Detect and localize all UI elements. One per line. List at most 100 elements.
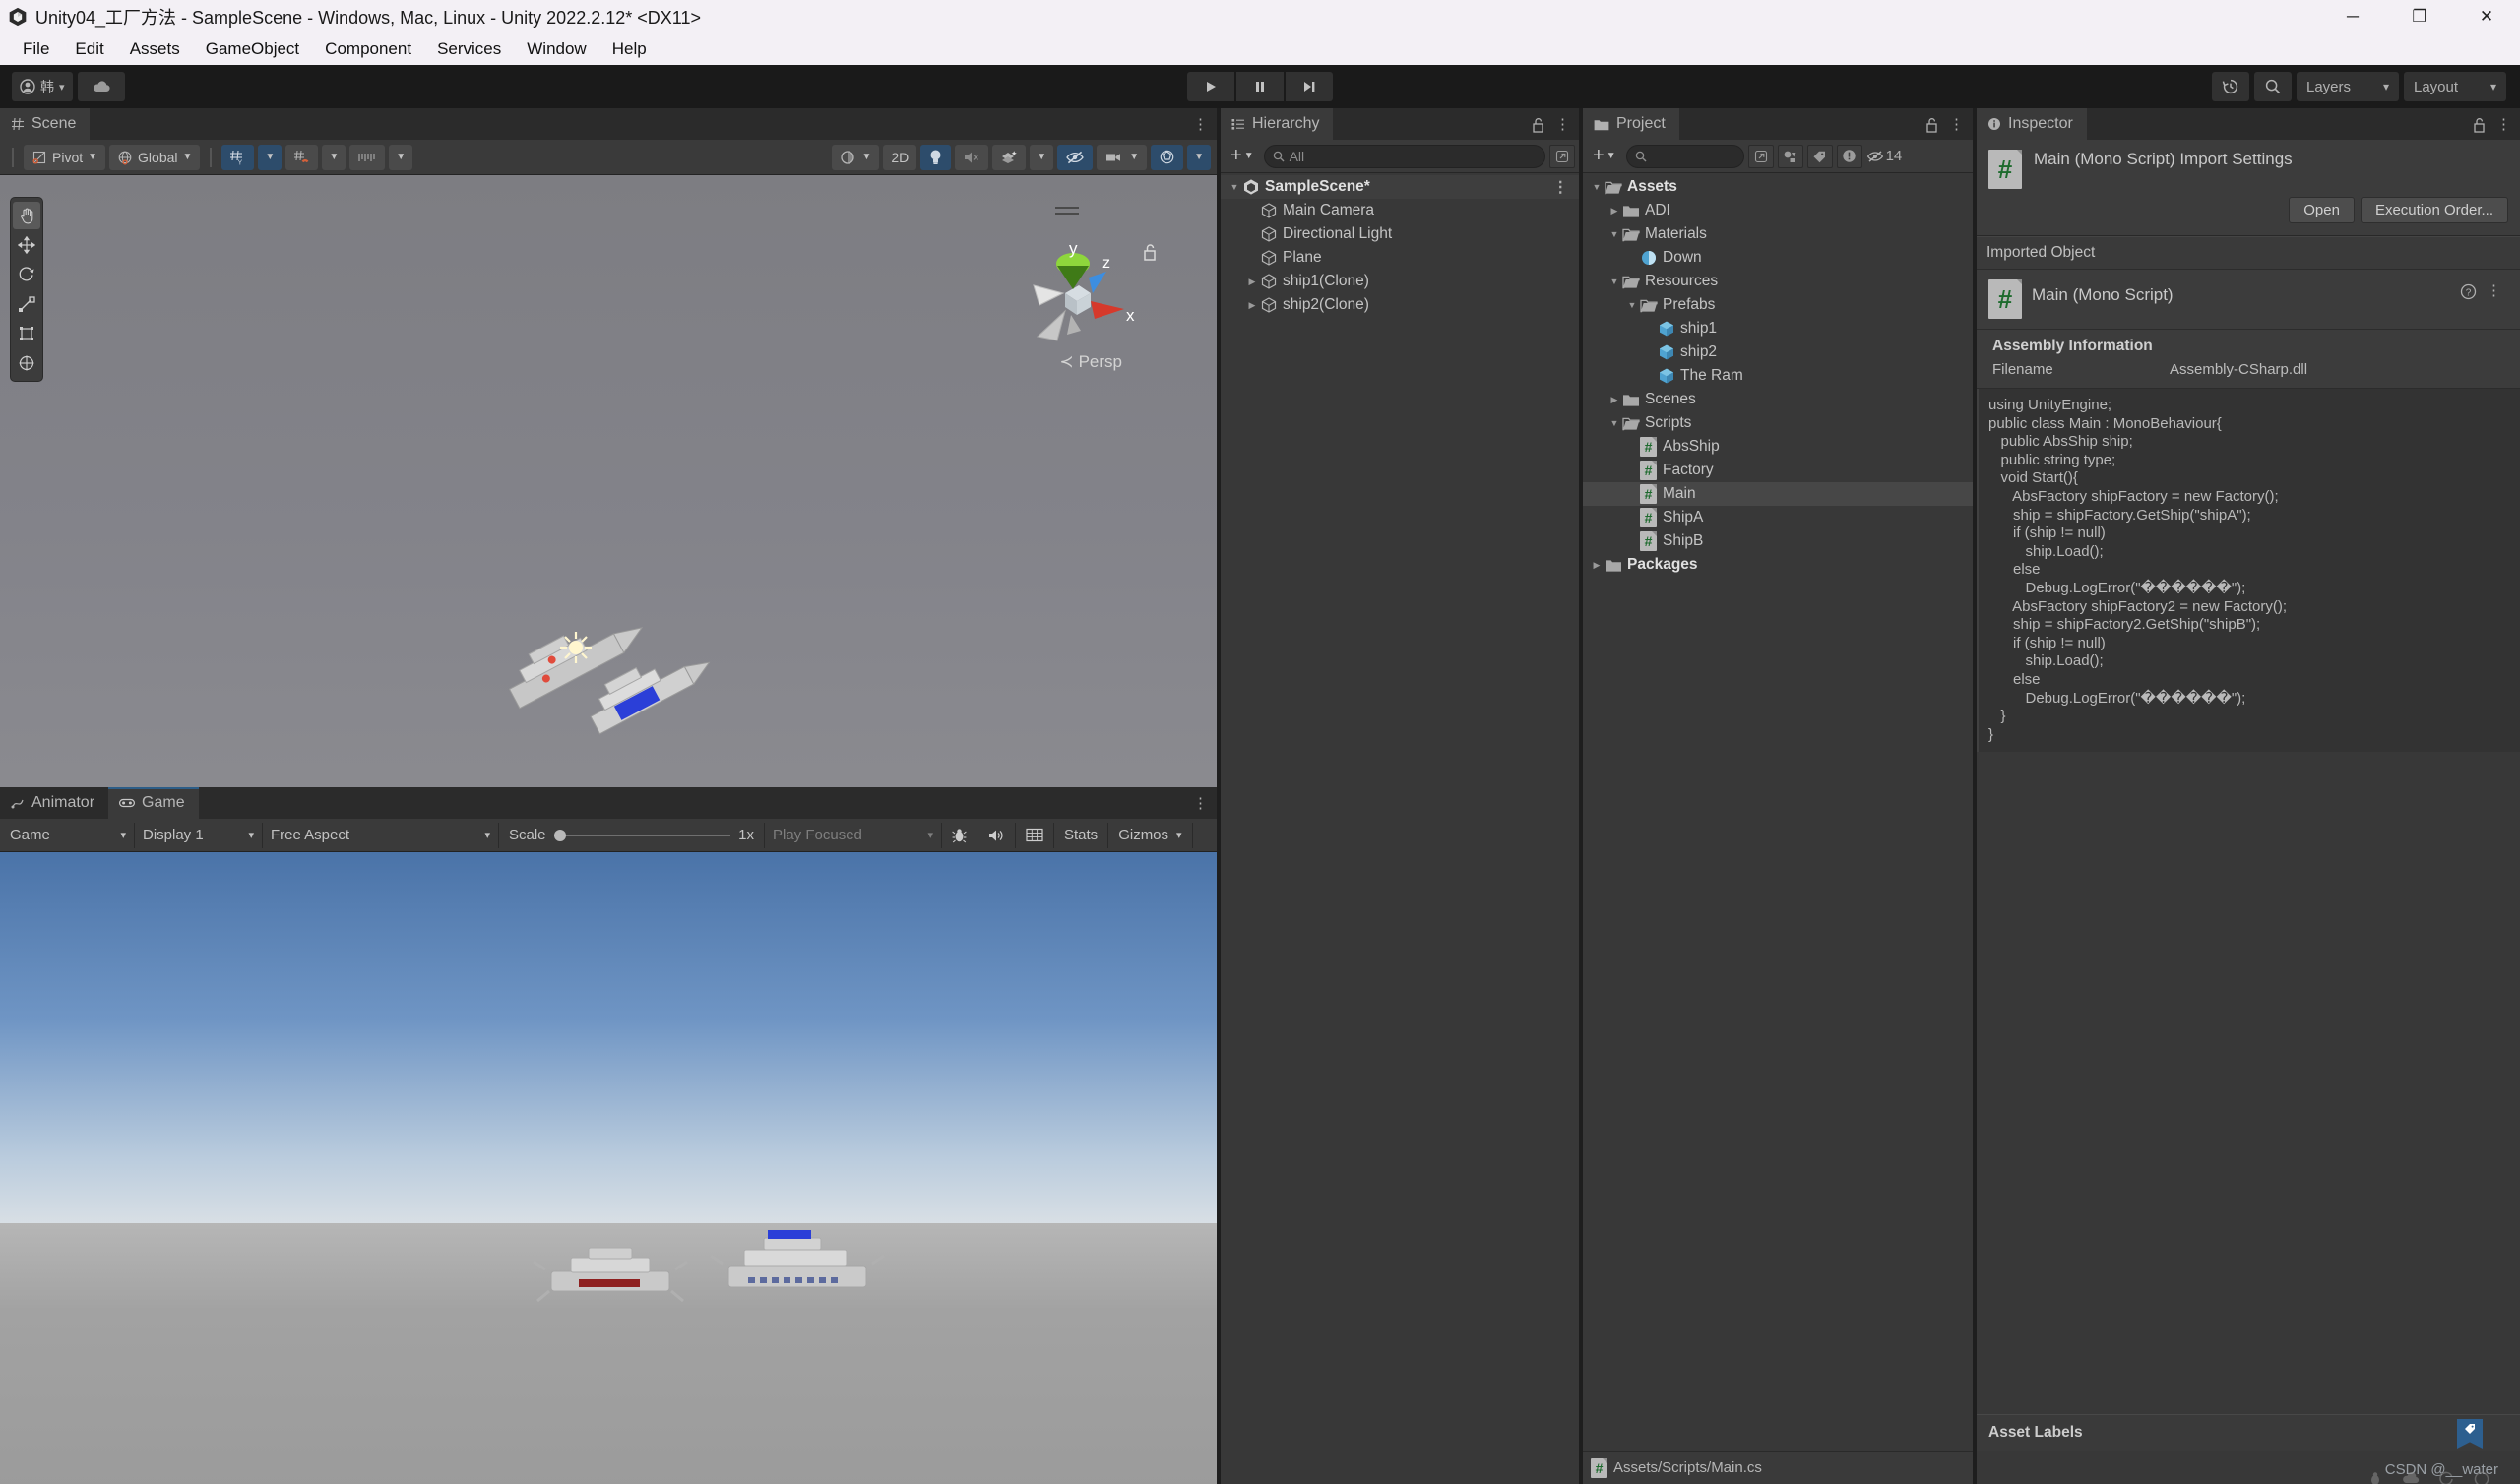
layout-dropdown[interactable]: Layout ▾: [2404, 72, 2506, 101]
hierarchy-search-input[interactable]: All: [1263, 144, 1545, 168]
game-gizmos-dropdown[interactable]: Gizmos ▾: [1108, 822, 1193, 848]
chevron-down-icon[interactable]: ▼: [1589, 182, 1605, 192]
inspector-lock-icon[interactable]: [2472, 116, 2487, 133]
chevron-right-icon[interactable]: ▶: [1606, 395, 1622, 405]
perspective-toggle[interactable]: ≺ Persp: [1059, 352, 1122, 372]
execution-order-button[interactable]: Execution Order...: [2360, 197, 2508, 223]
tree-row[interactable]: The Ram: [1583, 364, 1973, 388]
layers-dropdown[interactable]: Layers ▾: [2297, 72, 2399, 101]
tab-animator[interactable]: Animator: [0, 787, 109, 819]
gizmos-dropdown[interactable]: ▼: [1187, 144, 1211, 170]
hierarchy-add-button[interactable]: + ▼: [1225, 145, 1260, 167]
scene-orientation-gizmo[interactable]: y z x: [1008, 232, 1146, 370]
scene-effects-button[interactable]: [992, 144, 1027, 170]
cloud-icon[interactable]: [2402, 1470, 2420, 1484]
circle-icon[interactable]: [2473, 1470, 2490, 1484]
hierarchy-expand-button[interactable]: [1549, 144, 1575, 168]
scene-canvas[interactable]: y z x ≺ Persp: [0, 175, 1217, 819]
mono-script-kebab-menu-icon[interactable]: ⋮: [2487, 281, 2502, 299]
menu-services[interactable]: Services: [424, 35, 514, 63]
menu-file[interactable]: File: [10, 35, 62, 63]
tree-row[interactable]: ▶ Packages: [1583, 553, 1973, 577]
tree-row[interactable]: ▼ SampleScene* ⋮: [1221, 175, 1579, 199]
handle-rotation-dropdown[interactable]: Global ▼: [109, 144, 201, 170]
transform-tool-button[interactable]: [13, 349, 40, 377]
undo-history-button[interactable]: [2212, 72, 2249, 101]
tree-row[interactable]: # Factory: [1583, 459, 1973, 482]
cloud-button[interactable]: [77, 72, 125, 101]
menu-component[interactable]: Component: [312, 35, 424, 63]
search-button[interactable]: [2254, 72, 2292, 101]
tree-row[interactable]: # Main: [1583, 482, 1973, 506]
game-debug-button[interactable]: [942, 822, 977, 848]
menu-gameobject[interactable]: GameObject: [193, 35, 312, 63]
tree-row[interactable]: Directional Light: [1221, 222, 1579, 246]
scene-camera-button[interactable]: ▼: [1097, 144, 1148, 170]
tree-row[interactable]: ▼ Scripts: [1583, 411, 1973, 435]
open-button[interactable]: Open: [2289, 197, 2355, 223]
project-filter-type-button[interactable]: [1777, 144, 1803, 168]
tab-scene[interactable]: Scene: [0, 108, 91, 140]
display-dropdown[interactable]: Display 1 ▾: [135, 822, 263, 848]
pivot-dropdown[interactable]: Pivot ▼: [24, 144, 106, 170]
scale-slider-group[interactable]: Scale 1x: [499, 822, 765, 848]
game-canvas[interactable]: [0, 852, 1217, 1484]
chevron-down-icon[interactable]: ▼: [1227, 182, 1242, 192]
rotate-tool-button[interactable]: [13, 261, 40, 288]
ruler-dropdown[interactable]: ▼: [389, 144, 413, 170]
tab-inspector[interactable]: Inspector: [1977, 108, 2087, 140]
scene-row-kebab-menu-icon[interactable]: ⋮: [1553, 178, 1580, 197]
snap-dropdown[interactable]: ▼: [322, 144, 346, 170]
scene-gizmos-button[interactable]: [1151, 144, 1184, 170]
step-button[interactable]: [1286, 72, 1333, 101]
project-lock-icon[interactable]: [1924, 116, 1939, 133]
tab-hierarchy[interactable]: Hierarchy: [1221, 108, 1334, 140]
tree-row[interactable]: Plane: [1221, 246, 1579, 270]
project-search-input[interactable]: [1625, 144, 1744, 168]
project-kebab-menu-icon[interactable]: ⋮: [1949, 115, 1965, 133]
project-expand-button[interactable]: [1747, 144, 1774, 168]
ruler-button[interactable]: [349, 144, 386, 170]
tree-row[interactable]: # AbsShip: [1583, 435, 1973, 459]
chevron-right-icon[interactable]: ▶: [1244, 300, 1260, 311]
tree-row[interactable]: # ShipB: [1583, 529, 1973, 553]
scene-lighting-button[interactable]: [920, 144, 952, 170]
inspector-kebab-menu-icon[interactable]: ⋮: [2496, 115, 2512, 133]
scale-slider[interactable]: [553, 829, 731, 841]
hierarchy-lock-icon[interactable]: [1531, 116, 1545, 133]
tab-game[interactable]: Game: [108, 787, 199, 819]
menu-window[interactable]: Window: [514, 35, 598, 63]
help-icon[interactable]: ?: [2460, 283, 2477, 305]
tree-row[interactable]: # ShipA: [1583, 506, 1973, 529]
grid-dropdown[interactable]: ▼: [258, 144, 283, 170]
hierarchy-kebab-menu-icon[interactable]: ⋮: [1555, 115, 1571, 133]
gizmo-grip-handle[interactable]: [1055, 207, 1079, 218]
project-filter-label-button[interactable]: [1806, 144, 1833, 168]
tree-row[interactable]: ▶ Scenes: [1583, 388, 1973, 411]
game-target-dropdown[interactable]: Game ▾: [2, 822, 135, 848]
snap-button[interactable]: [285, 144, 319, 170]
pause-button[interactable]: [1236, 72, 1284, 101]
rect-tool-button[interactable]: [13, 320, 40, 347]
maximize-button[interactable]: ❐: [2386, 0, 2453, 33]
tree-row[interactable]: ▶ ship2(Clone): [1221, 293, 1579, 317]
tree-row[interactable]: ▼ Materials: [1583, 222, 1973, 246]
game-mute-button[interactable]: [977, 822, 1016, 848]
tree-row[interactable]: ship1: [1583, 317, 1973, 340]
tree-row[interactable]: ship2: [1583, 340, 1973, 364]
chevron-right-icon[interactable]: ▶: [1606, 206, 1622, 216]
hand-tool-button[interactable]: [13, 202, 40, 229]
chevron-right-icon[interactable]: ▶: [1589, 560, 1605, 571]
tree-row[interactable]: Down: [1583, 246, 1973, 270]
grid-visibility-button[interactable]: Y: [221, 144, 255, 170]
project-warnings-button[interactable]: [1836, 144, 1862, 168]
shading-mode-dropdown[interactable]: ▼: [832, 144, 880, 170]
chevron-right-icon[interactable]: ▶: [1244, 277, 1260, 287]
chevron-down-icon[interactable]: ▼: [1606, 418, 1622, 428]
game-stats-button[interactable]: Stats: [1054, 822, 1109, 848]
chevron-down-icon[interactable]: ▼: [1624, 300, 1640, 310]
menu-assets[interactable]: Assets: [117, 35, 193, 63]
refresh-icon[interactable]: [2437, 1470, 2455, 1484]
tree-row[interactable]: ▼ Assets: [1583, 175, 1973, 199]
tree-row[interactable]: Main Camera: [1221, 199, 1579, 222]
